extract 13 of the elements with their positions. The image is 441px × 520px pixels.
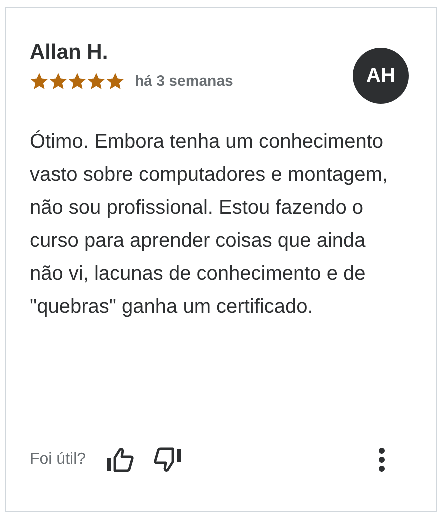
- helpful-label: Foi útil?: [30, 451, 86, 469]
- avatar: AH: [353, 48, 409, 104]
- review-text: Ótimo. Embora tenha um conhecimento vasto sobre computadores e montagem, não sou profissional. Estou fazendo o curso para aprender coisas que ainda não vi, lacunas de conhecimento e de "quebras" ganha um certificado.: [30, 130, 389, 320]
- star-icon: [68, 72, 87, 91]
- thumbs-up-icon[interactable]: [106, 447, 134, 473]
- star-icon: [87, 72, 106, 91]
- review-date: há 3 semanas: [135, 73, 234, 90]
- star-icon: [106, 72, 125, 91]
- star-icon: [30, 72, 49, 91]
- author-name: Allan H.: [30, 40, 110, 66]
- more-options-icon[interactable]: [378, 447, 386, 473]
- star-icon: [49, 72, 68, 91]
- thumbs-down-icon[interactable]: [154, 447, 182, 473]
